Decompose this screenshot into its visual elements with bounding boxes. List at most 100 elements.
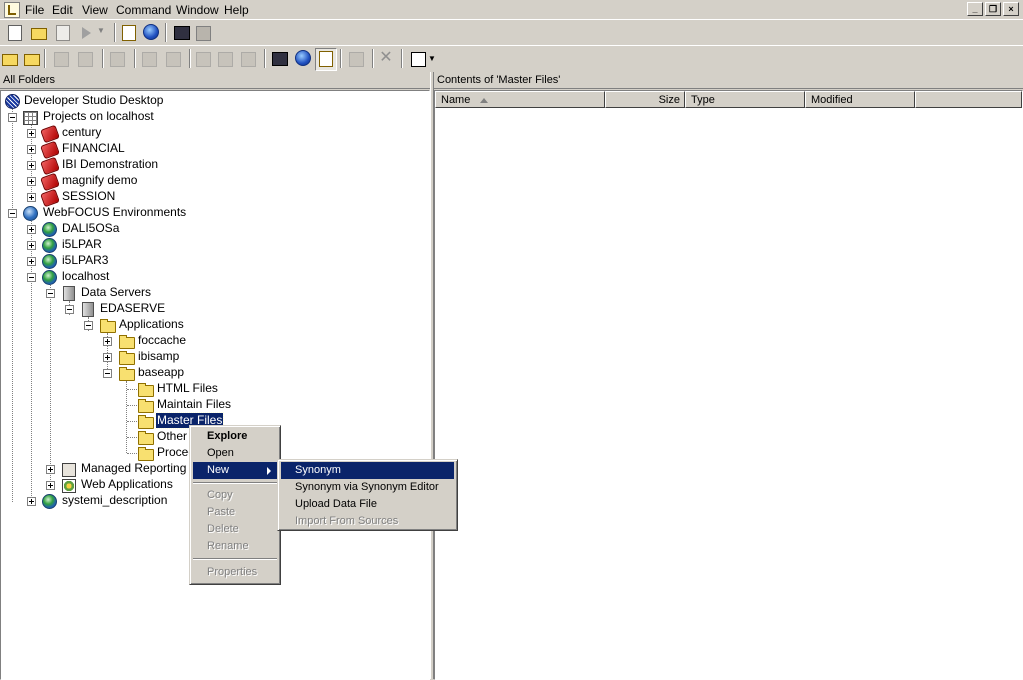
menu-item-upload-data-file[interactable]: Upload Data File xyxy=(281,496,454,513)
web-globe-icon[interactable] xyxy=(143,24,159,40)
expand-icon[interactable] xyxy=(27,241,36,250)
expand-icon[interactable] xyxy=(46,465,55,474)
environment-globe-icon[interactable] xyxy=(295,50,311,66)
collapse-icon[interactable] xyxy=(84,321,93,330)
copy-icon[interactable] xyxy=(78,52,93,67)
menu-view[interactable]: View xyxy=(82,3,108,17)
new-document-icon[interactable] xyxy=(8,25,22,41)
tree-node-label: Web Applications xyxy=(81,477,173,491)
folder-icon xyxy=(138,399,154,413)
column-header-modified[interactable]: Modified xyxy=(805,91,915,108)
menu-file[interactable]: File xyxy=(25,3,44,17)
contents-header: Contents of 'Master Files' xyxy=(434,72,1023,89)
tree-node-label: i5LPAR xyxy=(62,237,102,251)
app-icon[interactable] xyxy=(4,2,20,18)
column-header-size[interactable]: Size xyxy=(605,91,685,108)
column-header-name[interactable]: Name xyxy=(435,91,605,108)
tree-guide-line xyxy=(12,109,13,502)
sort-ascending-icon xyxy=(480,97,489,103)
tree-node-label: SESSION xyxy=(62,189,116,203)
menu-item-delete[interactable]: Delete xyxy=(193,521,277,538)
submenu-arrow-icon xyxy=(267,467,271,475)
web-applications-icon xyxy=(62,479,76,493)
console-icon[interactable] xyxy=(174,26,190,40)
maintain-icon[interactable] xyxy=(218,52,233,67)
tree-guide-line xyxy=(127,389,137,390)
expand-icon[interactable] xyxy=(27,257,36,266)
expand-icon[interactable] xyxy=(27,161,36,170)
console-icon[interactable] xyxy=(272,52,288,66)
collapse-icon[interactable] xyxy=(8,209,17,218)
tree-view-icon[interactable] xyxy=(122,25,136,41)
collapse-icon[interactable] xyxy=(103,369,112,378)
folder-icon xyxy=(138,447,154,461)
run-dropdown-icon[interactable]: ▼ xyxy=(97,26,105,42)
tree-node-label: Projects on localhost xyxy=(43,109,154,123)
chart-icon[interactable] xyxy=(241,52,256,67)
report-icon[interactable] xyxy=(142,52,157,67)
menu-item-import-from-sources[interactable]: Import From Sources xyxy=(281,513,454,530)
menu-item-paste[interactable]: Paste xyxy=(193,504,277,521)
menu-item-open[interactable]: Open xyxy=(193,445,277,462)
tree-node-label: Applications xyxy=(119,317,184,331)
expand-icon[interactable] xyxy=(27,145,36,154)
tree-node-label: DALI5OSa xyxy=(62,221,120,235)
explorer-toolbar: ✕ ▼ xyxy=(0,45,1023,73)
view-mode-icon[interactable] xyxy=(411,52,426,67)
toolbar-separator xyxy=(102,49,104,68)
cut-icon[interactable] xyxy=(54,52,69,67)
collapse-icon[interactable] xyxy=(27,273,36,282)
menu-item-synonym-editor[interactable]: Synonym via Synonym Editor xyxy=(281,479,454,496)
expand-icon[interactable] xyxy=(103,353,112,362)
binoculars-icon[interactable] xyxy=(110,52,125,67)
procedure-icon[interactable] xyxy=(196,52,211,67)
tree-node-label: Data Servers xyxy=(81,285,152,299)
menu-item-properties[interactable]: Properties xyxy=(193,564,277,581)
menu-item-synonym[interactable]: Synonym xyxy=(281,462,454,479)
expand-icon[interactable] xyxy=(27,193,36,202)
collapse-icon[interactable] xyxy=(65,305,74,314)
close-button[interactable]: × xyxy=(1003,2,1019,16)
menu-item-new[interactable]: New xyxy=(193,462,277,479)
expand-icon[interactable] xyxy=(46,481,55,490)
expand-icon[interactable] xyxy=(27,225,36,234)
expand-icon[interactable] xyxy=(27,177,36,186)
expand-icon[interactable] xyxy=(103,337,112,346)
graph-icon[interactable] xyxy=(166,52,181,67)
menu-item-explore[interactable]: Explore xyxy=(193,428,277,445)
menu-help[interactable]: Help xyxy=(224,3,249,17)
column-header-filler xyxy=(915,91,1022,108)
tree-guide-line xyxy=(127,405,137,406)
expand-icon[interactable] xyxy=(27,497,36,506)
menu-item-label: New xyxy=(207,464,230,476)
menu-item-copy[interactable]: Copy xyxy=(193,487,277,504)
environment-globe-icon xyxy=(42,222,57,237)
managed-reporting-icon xyxy=(62,463,76,477)
up-folder-icon[interactable] xyxy=(2,54,18,66)
collapse-icon[interactable] xyxy=(8,113,17,122)
column-header-label: Size xyxy=(658,94,680,106)
toolbar-separator xyxy=(44,49,46,68)
environments-icon xyxy=(23,206,38,221)
collapse-icon[interactable] xyxy=(46,289,55,298)
minimize-button[interactable]: _ xyxy=(967,2,983,16)
open-folder-icon[interactable] xyxy=(31,28,47,40)
menu-command[interactable]: Command xyxy=(116,3,171,17)
server-icon xyxy=(82,302,94,317)
folder-link-icon[interactable] xyxy=(24,54,40,66)
view-mode-dropdown-icon[interactable]: ▼ xyxy=(428,54,436,70)
toolbar-separator xyxy=(264,49,266,68)
expand-icon[interactable] xyxy=(27,129,36,138)
tree-node-label: baseapp xyxy=(138,365,185,379)
column-header-label: Modified xyxy=(811,94,853,106)
edit-document-icon[interactable] xyxy=(56,25,70,41)
properties-icon[interactable] xyxy=(349,52,364,67)
delete-icon[interactable]: ✕ xyxy=(378,50,394,66)
menu-window[interactable]: Window xyxy=(176,3,219,17)
menu-edit[interactable]: Edit xyxy=(52,3,73,17)
menu-item-rename[interactable]: Rename xyxy=(193,538,277,555)
column-header-type[interactable]: Type xyxy=(685,91,805,108)
run-icon[interactable] xyxy=(82,27,91,39)
restore-button[interactable]: ❐ xyxy=(985,2,1001,16)
window-icon[interactable] xyxy=(196,26,211,41)
